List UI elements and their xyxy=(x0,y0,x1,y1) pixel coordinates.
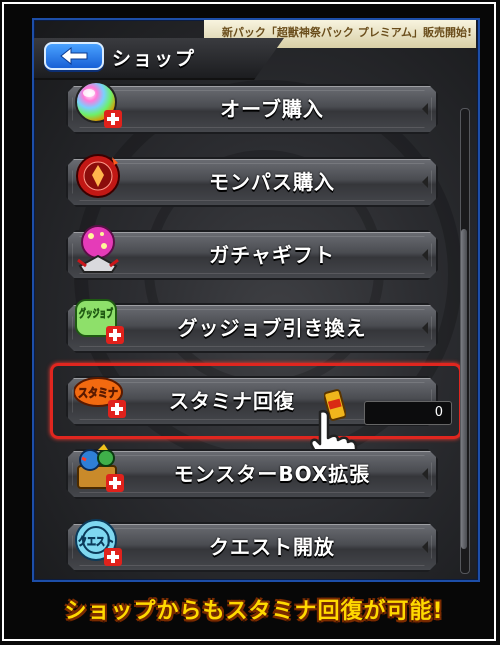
menu-item-label: ガチャギフト xyxy=(209,243,335,267)
chevron-left-icon xyxy=(422,541,428,553)
chevron-left-icon xyxy=(422,322,428,334)
menu-item-label: オーブ購入 xyxy=(220,97,324,121)
menu-scrollbar[interactable] xyxy=(460,108,470,574)
menu-item-label: モンパス購入 xyxy=(209,170,335,194)
chevron-left-icon xyxy=(422,249,428,261)
menu-scrollbar-thumb[interactable] xyxy=(461,229,467,549)
plus-badge-icon xyxy=(106,474,124,492)
menu-item-label: モンスターBOX拡張 xyxy=(173,462,371,486)
quest-icon: クエスト xyxy=(74,516,126,568)
plus-badge-icon xyxy=(104,548,122,566)
chevron-left-icon xyxy=(422,103,428,115)
gacha-gift-icon xyxy=(74,222,126,274)
orb-icon xyxy=(74,78,126,130)
stamina-recovery-highlight xyxy=(50,363,462,439)
image-frame: 新パック「超獣神祭パック プレミアム」販売開始! ショップ オーブ購入 モンパス… xyxy=(2,2,496,641)
goodjob-icon: グッジョブ xyxy=(74,296,126,348)
monster-box-icon xyxy=(74,442,126,494)
shop-menu: オーブ購入 モンパス購入 ガチャギフト グッジョブ引き換え グッジョ スタミナ回… xyxy=(34,20,478,580)
goodjob-icon-text: グッジョブ xyxy=(79,306,113,320)
menu-item-label: グッジョブ引き換え xyxy=(177,316,367,340)
shop-screen: 新パック「超獣神祭パック プレミアム」販売開始! ショップ オーブ購入 モンパス… xyxy=(32,18,480,582)
plus-badge-icon xyxy=(106,326,124,344)
plus-badge-icon xyxy=(104,110,122,128)
menu-item-label: クエスト開放 xyxy=(209,535,335,559)
quest-icon-text: クエスト xyxy=(78,535,114,548)
chevron-left-icon xyxy=(422,468,428,480)
caption-text: ショップからもスタミナ回復が可能! xyxy=(64,599,444,624)
monpass-icon xyxy=(74,151,126,203)
chevron-left-icon xyxy=(422,176,428,188)
